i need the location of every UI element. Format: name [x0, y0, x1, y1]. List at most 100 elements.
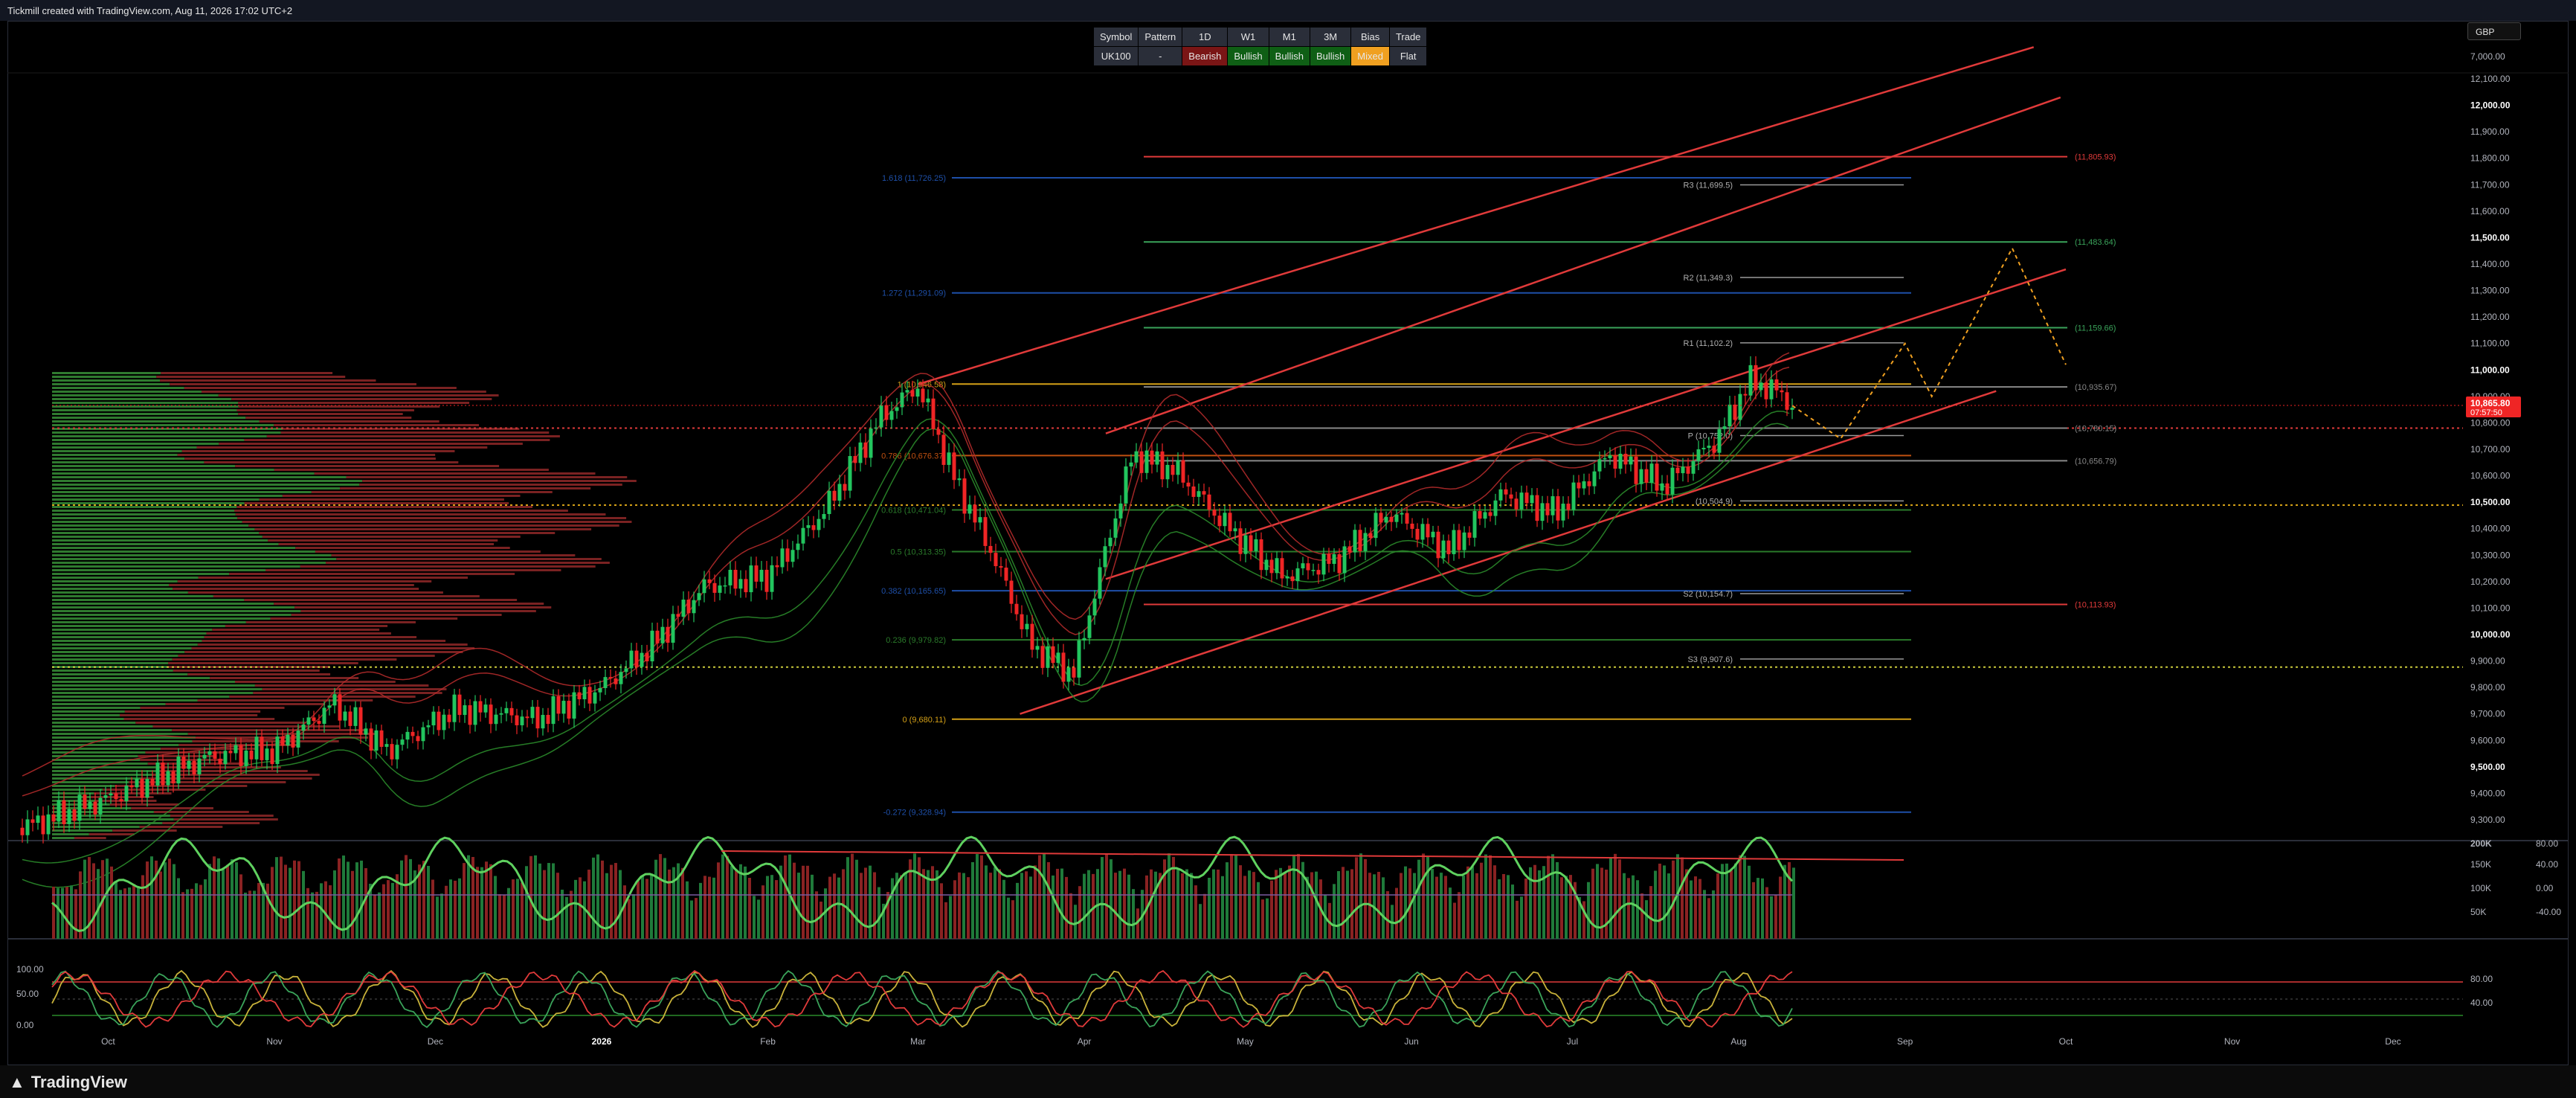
candle-body	[1577, 482, 1581, 489]
candle-body	[655, 630, 660, 643]
volume-bar	[1792, 867, 1795, 939]
volume-profile-bar-up	[52, 565, 300, 568]
volume-bar	[1466, 866, 1469, 939]
volume-profile-bar-down	[173, 818, 278, 821]
volume-profile-bar-up	[52, 454, 178, 456]
candle-body	[67, 809, 71, 824]
candle-body	[30, 819, 35, 824]
volume-bar	[1618, 859, 1621, 939]
volume-bar	[1350, 869, 1353, 939]
price-axis-tick: 10,500.00	[2470, 497, 2511, 507]
candle-body	[364, 728, 368, 735]
volume-bar	[1083, 873, 1086, 939]
volume-bar	[235, 862, 238, 939]
volume-profile-bar-up	[52, 774, 153, 776]
candle-body	[239, 745, 243, 766]
candle-body	[499, 713, 503, 715]
volume-axis-tick: 50K	[2470, 907, 2486, 917]
price-axis-tick: 9,300.00	[2470, 815, 2505, 825]
volume-bar	[1163, 859, 1166, 939]
price-axis-tick: 10,300.00	[2470, 550, 2511, 560]
chart-canvas[interactable]: 1.618 (11,726.25)1.272 (11,291.09)1 (10,…	[0, 0, 2576, 1098]
volume-bar	[927, 870, 930, 939]
candle-body	[1347, 546, 1352, 553]
candle-body	[1629, 456, 1633, 465]
volume-profile-bar-up	[52, 751, 146, 754]
volume-bar	[1417, 859, 1420, 939]
candle-body	[848, 456, 852, 491]
volume-profile-bar-up	[52, 472, 315, 475]
candle-body	[567, 701, 571, 719]
pivot-label: S3 (9,907.6)	[1687, 655, 1733, 664]
tradingview-logo[interactable]: ▲ TradingView	[9, 1073, 127, 1092]
volume-bar	[668, 869, 671, 939]
volume-bar	[1770, 896, 1773, 939]
volume-profile-bar-up	[52, 688, 263, 690]
candle-body	[707, 579, 712, 583]
volume-bar	[592, 857, 595, 939]
volume-profile-bar-down	[235, 465, 500, 467]
volume-profile-bar-up	[52, 376, 157, 378]
candle-body	[1295, 568, 1300, 582]
volume-bar	[1458, 892, 1461, 939]
volume-profile-bar-up	[52, 528, 255, 530]
candle-body	[1165, 464, 1170, 480]
candle-body	[1727, 404, 1732, 427]
volume-bar	[726, 855, 729, 939]
volume-profile-bar-down	[268, 539, 498, 542]
volume-bar	[1016, 882, 1019, 939]
candle-body	[1014, 603, 1019, 614]
volume-bar	[1382, 877, 1385, 939]
volume-profile-bar-down	[124, 710, 261, 713]
candle-body	[1420, 524, 1425, 540]
volume-profile-bar-up	[52, 681, 236, 683]
volume-profile-bar-down	[244, 439, 550, 441]
oscillator-axis-tick-right: 40.00	[2470, 998, 2493, 1008]
volume-profile-bar-down	[311, 491, 553, 493]
volume-profile-bar-down	[291, 614, 502, 616]
candle-body	[1337, 554, 1342, 574]
candle-body	[51, 814, 56, 822]
candle-body	[1306, 563, 1310, 571]
volume-profile-bar-up	[52, 591, 188, 594]
candle-body	[1290, 576, 1295, 582]
candle-body	[1701, 448, 1706, 450]
volume-profile-bar-up	[52, 577, 199, 579]
volume-bar	[1609, 858, 1612, 939]
time-axis-tick: Jun	[1404, 1036, 1418, 1047]
volume-profile-bar-up	[52, 387, 184, 389]
volume-bar	[181, 892, 184, 939]
volume-profile-bar-down	[135, 722, 306, 724]
candle-body	[202, 754, 207, 759]
candle-body	[1410, 523, 1414, 529]
candle-body	[421, 727, 425, 742]
price-axis-tick: 11,700.00	[2470, 179, 2510, 190]
volume-profile-bar-up	[52, 476, 347, 478]
volume-profile-bar-up	[52, 718, 124, 720]
volume-bar	[1471, 866, 1474, 939]
candle-body	[129, 786, 134, 788]
candle-body	[332, 694, 337, 706]
candle-body	[723, 585, 727, 587]
volume-bar	[1645, 900, 1648, 939]
candle-body	[1181, 460, 1185, 483]
candle-body	[1696, 449, 1701, 461]
volume-profile-bar-down	[173, 670, 320, 672]
volume-bar	[1199, 904, 1202, 939]
volume-bar	[1386, 890, 1389, 939]
volume-profile-bar-down	[191, 647, 475, 649]
volume-profile-bar-up	[52, 417, 246, 419]
candle-body	[1358, 530, 1362, 551]
candle-body	[1686, 466, 1690, 474]
volume-profile-bar-up	[52, 606, 295, 609]
candle-body	[1259, 539, 1263, 571]
volume-bar	[1475, 873, 1478, 939]
price-axis-tick: 11,500.00	[2470, 232, 2510, 243]
volume-bar	[1060, 868, 1063, 939]
candle-body	[322, 707, 326, 724]
candle-body	[645, 652, 649, 662]
volume-profile-bar-up	[52, 595, 213, 597]
time-axis-tick: Dec	[428, 1036, 443, 1047]
volume-profile-bar-up	[52, 614, 292, 616]
volume-profile-bar-up	[52, 740, 193, 742]
